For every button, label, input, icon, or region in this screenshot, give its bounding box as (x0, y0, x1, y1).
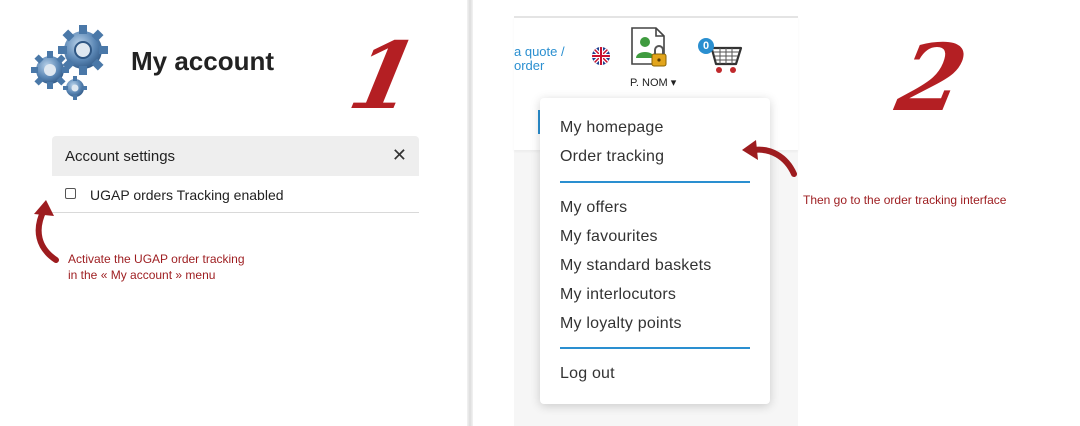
menu-item-my-loyalty-points[interactable]: My loyalty points (560, 315, 682, 333)
menu-item-my-interlocutors[interactable]: My interlocutors (560, 286, 676, 304)
ugap-tracking-checkbox[interactable] (65, 188, 76, 199)
quote-order-link[interactable]: a quote / (514, 44, 565, 59)
ugap-tracking-row[interactable]: UGAP orders Tracking enabled (52, 176, 419, 213)
menu-item-log-out[interactable]: Log out (560, 365, 615, 383)
user-lock-icon[interactable] (628, 26, 670, 70)
menu-item-my-favourites[interactable]: My favourites (560, 228, 658, 246)
menu-separator (560, 347, 750, 349)
user-menu-toggle[interactable]: P. NOM ▾ (630, 76, 676, 89)
close-icon[interactable]: ✕ (392, 145, 407, 166)
annotation-step1-line2: in the « My account » menu (68, 268, 216, 282)
uk-flag-icon[interactable] (592, 47, 610, 65)
menu-item-my-homepage[interactable]: My homepage (560, 119, 664, 137)
curved-arrow-icon (34, 200, 59, 263)
page-title: My account (131, 46, 275, 76)
user-dropdown-menu: My homepage Order tracking My offers My … (540, 98, 770, 404)
quote-order-link-line2[interactable]: order (514, 58, 544, 73)
curved-arrow-icon (742, 140, 797, 177)
account-settings-title: Account settings (65, 148, 176, 165)
panel-divider (467, 0, 473, 426)
account-settings-header: Account settings ✕ (52, 136, 419, 176)
step-number-1: 1 (340, 22, 428, 130)
gears-icon (31, 25, 108, 100)
menu-item-order-tracking[interactable]: Order tracking (560, 148, 664, 166)
annotation-step2: Then go to the order tracking interface (803, 193, 1007, 207)
ugap-tracking-label[interactable]: UGAP orders Tracking enabled (90, 187, 284, 203)
step-number-2: 2 (888, 24, 976, 132)
menu-item-my-standard-baskets[interactable]: My standard baskets (560, 257, 711, 275)
annotation-step1-line1: Activate the UGAP order tracking (68, 252, 245, 266)
menu-item-my-offers[interactable]: My offers (560, 199, 627, 217)
cart-count-badge: 0 (698, 38, 714, 54)
menu-separator (560, 181, 750, 183)
account-settings-panel: Account settings ✕ UGAP orders Tracking … (52, 136, 419, 214)
